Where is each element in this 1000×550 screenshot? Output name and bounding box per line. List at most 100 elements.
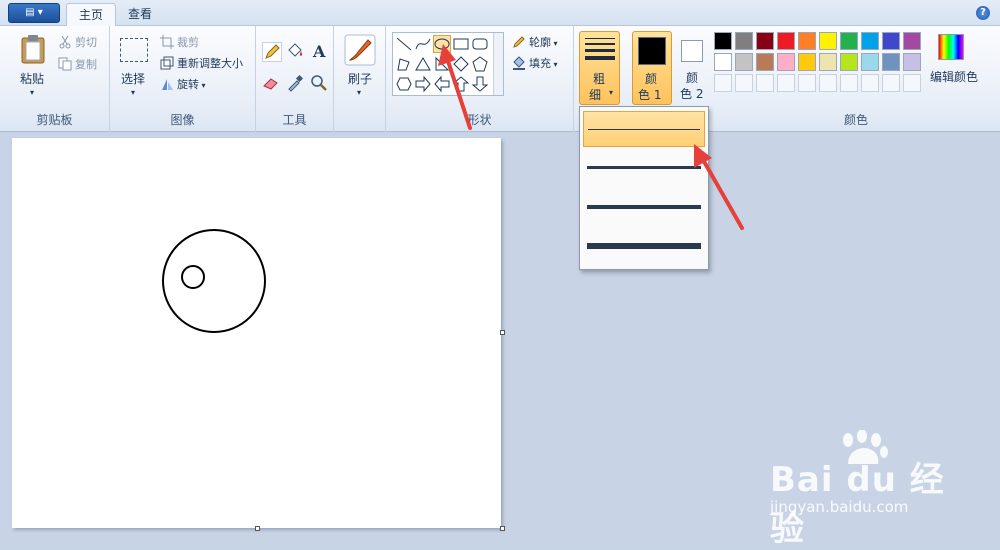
- size-button[interactable]: 粗 细 ▾: [579, 31, 620, 105]
- shape-rectangle[interactable]: [452, 35, 470, 53]
- shape-line[interactable]: [395, 35, 413, 53]
- ribbon: 粘贴 ▾ 剪切 复制 剪贴板 选择 ▾ 裁剪 重新调整大小 旋转 ▾ 图像 A …: [0, 26, 1000, 132]
- color-swatch[interactable]: [735, 53, 753, 71]
- shape-up-arrow[interactable]: [452, 75, 470, 93]
- size-option-5px[interactable]: [583, 189, 705, 225]
- shape-hexagon[interactable]: [395, 75, 413, 93]
- rainbow-icon: [938, 34, 964, 60]
- color-swatch[interactable]: [840, 53, 858, 71]
- color1-button[interactable]: 颜 色 1: [632, 31, 672, 105]
- large-circle: [162, 229, 266, 333]
- custom-color-slot[interactable]: [735, 74, 753, 92]
- shapes-scrollbar[interactable]: [493, 33, 503, 95]
- tab-home[interactable]: 主页: [66, 3, 117, 26]
- size-lines-icon: [585, 36, 615, 62]
- custom-color-slot[interactable]: [903, 74, 921, 92]
- shape-rounded-rectangle[interactable]: [471, 35, 489, 53]
- size-option-8px[interactable]: [583, 228, 705, 264]
- cut-button[interactable]: 剪切: [58, 34, 97, 50]
- color-picker-button[interactable]: [286, 74, 306, 94]
- color1-label-bottom: 色 1: [638, 88, 662, 102]
- shape-polygon[interactable]: [395, 55, 413, 73]
- svg-text:A: A: [312, 42, 326, 60]
- resize-button[interactable]: 重新调整大小: [160, 55, 243, 71]
- clipboard-icon: [21, 35, 45, 64]
- color-swatch[interactable]: [798, 32, 816, 50]
- shape-curve[interactable]: [414, 35, 432, 53]
- canvas-resize-handle-right[interactable]: [500, 330, 505, 335]
- color-swatch[interactable]: [756, 32, 774, 50]
- canvas-resize-handle-bottom[interactable]: [255, 526, 260, 531]
- right-triangle-shape-icon: [435, 56, 450, 71]
- select-button[interactable]: 选择 ▾: [118, 32, 152, 102]
- brush-icon: [344, 34, 376, 66]
- paste-button[interactable]: 粘贴 ▾: [14, 32, 50, 102]
- paste-label: 粘贴: [20, 72, 45, 86]
- color-swatch[interactable]: [714, 53, 732, 71]
- shape-pentagon[interactable]: [471, 55, 489, 73]
- canvas-resize-handle-corner[interactable]: [500, 526, 505, 531]
- shape-oval[interactable]: [433, 35, 451, 53]
- app-menu-button[interactable]: ▤ ▾: [8, 3, 60, 23]
- tab-view[interactable]: 查看: [116, 3, 164, 26]
- size-option-3px[interactable]: [583, 150, 705, 186]
- color-swatch[interactable]: [735, 32, 753, 50]
- oval-shape-icon: [434, 38, 450, 50]
- magnifier-icon: [311, 75, 327, 91]
- color-swatch[interactable]: [861, 32, 879, 50]
- shapes-gallery: [392, 32, 504, 96]
- color-swatch[interactable]: [777, 32, 795, 50]
- curve-shape-icon: [415, 38, 431, 50]
- color-swatch[interactable]: [777, 53, 795, 71]
- crop-button[interactable]: 裁剪: [160, 34, 199, 50]
- size-dropdown-icon: ▾: [609, 88, 614, 97]
- group-tools: A 工具: [256, 26, 334, 132]
- fill-style-button[interactable]: 填充 ▾: [512, 55, 558, 71]
- help-icon[interactable]: ?: [976, 6, 990, 20]
- fill-bucket-icon: [512, 56, 526, 70]
- color-swatch[interactable]: [903, 32, 921, 50]
- shape-left-arrow[interactable]: [433, 75, 451, 93]
- color-swatch[interactable]: [903, 53, 921, 71]
- color1-label-top: 颜: [645, 72, 658, 86]
- rotate-button[interactable]: 旋转 ▾: [160, 76, 206, 92]
- color-swatch[interactable]: [861, 53, 879, 71]
- shape-diamond[interactable]: [452, 55, 470, 73]
- shape-right-arrow[interactable]: [414, 75, 432, 93]
- color-swatch[interactable]: [819, 53, 837, 71]
- custom-color-slot[interactable]: [756, 74, 774, 92]
- brushes-button[interactable]: 刷子 ▾: [341, 32, 379, 102]
- edit-colors-button[interactable]: 编辑颜色: [930, 68, 978, 85]
- custom-color-slot[interactable]: [714, 74, 732, 92]
- custom-color-slot[interactable]: [840, 74, 858, 92]
- baidu-watermark: Bai du 经验 jingyan.baidu.com: [770, 430, 970, 549]
- shape-triangle[interactable]: [414, 55, 432, 73]
- color-palette: [714, 32, 930, 98]
- rotate-icon: [160, 77, 174, 91]
- size-option-1px[interactable]: [583, 111, 705, 147]
- color-swatch[interactable]: [819, 32, 837, 50]
- copy-button[interactable]: 复制: [58, 56, 97, 72]
- fill-button[interactable]: [286, 42, 306, 62]
- eraser-button[interactable]: [262, 74, 282, 94]
- color-swatch[interactable]: [756, 53, 774, 71]
- custom-color-slot[interactable]: [882, 74, 900, 92]
- custom-color-slot[interactable]: [819, 74, 837, 92]
- shape-right-triangle[interactable]: [433, 55, 451, 73]
- drawing-canvas[interactable]: [12, 138, 501, 528]
- custom-color-slot[interactable]: [777, 74, 795, 92]
- shapes-group-label: 形状: [467, 113, 492, 127]
- custom-color-slot[interactable]: [798, 74, 816, 92]
- pencil-button[interactable]: [262, 42, 282, 62]
- color-swatch[interactable]: [882, 32, 900, 50]
- custom-color-slot[interactable]: [861, 74, 879, 92]
- text-button[interactable]: A: [310, 42, 330, 62]
- outline-button[interactable]: 轮廓 ▾: [512, 34, 558, 50]
- color-swatch[interactable]: [714, 32, 732, 50]
- color2-button[interactable]: 颜 色 2: [676, 31, 710, 105]
- color-swatch[interactable]: [798, 53, 816, 71]
- color-swatch[interactable]: [882, 53, 900, 71]
- shape-down-arrow[interactable]: [471, 75, 489, 93]
- color-swatch[interactable]: [840, 32, 858, 50]
- magnifier-button[interactable]: [310, 74, 330, 94]
